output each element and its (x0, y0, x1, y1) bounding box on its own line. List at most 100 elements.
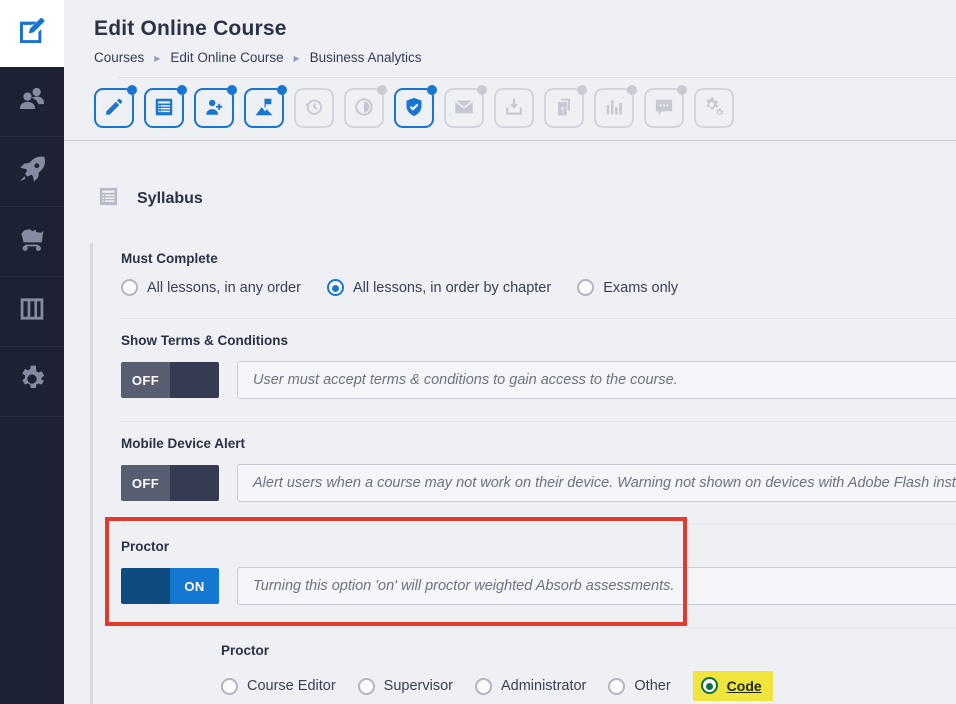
section-title: Syllabus (137, 190, 203, 207)
bar-chart-icon (603, 96, 625, 121)
radio-circle-selected[interactable] (326, 279, 344, 296)
radio-other[interactable]: Other (608, 677, 671, 695)
syllabus-form-button[interactable] (144, 85, 187, 128)
sidebar-item-settings[interactable] (0, 347, 64, 417)
syllabus-form-icon (97, 185, 120, 213)
show-terms-row: Show Terms & Conditions OFF User must ac… (121, 319, 956, 422)
proctor-toggle[interactable]: ON (121, 568, 219, 604)
badge-dot (477, 85, 487, 95)
gears-icon (703, 96, 725, 121)
history-button[interactable] (294, 88, 334, 128)
radio-all-lessons-any-order[interactable]: All lessons, in any order (121, 279, 301, 296)
proctor-type-radio-group: Course Editor Supervisor Administrator O… (221, 671, 956, 701)
mobile-alert-row: Mobile Device Alert OFF Alert users when… (121, 422, 956, 525)
cart-icon (16, 223, 48, 260)
duplicate-button[interactable] (544, 85, 587, 128)
gear-icon (16, 363, 48, 400)
breadcrumb-business-analytics: Business Analytics (309, 50, 422, 65)
must-complete-label: Must Complete (121, 251, 218, 266)
envelope-icon (453, 96, 475, 121)
radio-circle[interactable] (357, 677, 375, 695)
mobile-alert-description: Alert users when a course may not work o… (237, 464, 956, 502)
proctor-type-label: Proctor (221, 643, 270, 658)
proctor-shield-button[interactable] (394, 85, 437, 128)
comments-button[interactable] (644, 85, 687, 128)
pencil-icon (103, 96, 125, 121)
radio-circle[interactable] (121, 279, 138, 296)
badge-dot (577, 85, 587, 95)
radio-supervisor[interactable]: Supervisor (357, 677, 453, 695)
compose-icon (16, 15, 48, 52)
sidebar-item-ecommerce[interactable] (0, 207, 64, 277)
reports-chart-button[interactable] (594, 85, 637, 128)
syllabus-section-header: Syllabus (97, 185, 956, 213)
radio-administrator[interactable]: Administrator (474, 677, 586, 695)
person-add-icon (203, 96, 225, 121)
page-header: Edit Online Course Courses ▸ Edit Online… (64, 0, 956, 78)
people-icon (16, 83, 48, 120)
sidebar-item-reports[interactable] (0, 277, 64, 347)
advanced-settings-button[interactable] (694, 88, 734, 128)
form-icon (153, 96, 175, 121)
syllabus-form: Must Complete All lessons, in any order … (90, 243, 956, 704)
show-terms-label: Show Terms & Conditions (121, 333, 289, 348)
must-complete-radio-group: All lessons, in any order All lessons, i… (121, 279, 956, 296)
main-content: Edit Online Course Courses ▸ Edit Online… (64, 0, 956, 704)
breadcrumb-edit-online-course[interactable]: Edit Online Course (170, 50, 283, 65)
code-option-label: Code (726, 677, 762, 694)
message-button[interactable] (444, 85, 487, 128)
badge-dot (127, 85, 137, 95)
radio-circle[interactable] (474, 677, 492, 695)
toolbar-divider (64, 140, 956, 141)
enrollment-button[interactable] (194, 85, 237, 128)
toolbar (94, 85, 956, 128)
breadcrumb-courses[interactable]: Courses (94, 50, 144, 65)
badge-dot (177, 85, 187, 95)
badge-dot (377, 85, 387, 95)
proctor-label: Proctor (121, 539, 170, 554)
proctor-description: Turning this option 'on' will proctor we… (237, 567, 956, 605)
copy-up-icon (553, 96, 575, 121)
badge-dot (427, 85, 437, 95)
contrast-icon (353, 96, 375, 121)
header-divider (118, 77, 956, 78)
mobile-alert-label: Mobile Device Alert (121, 436, 246, 451)
show-terms-description: User must accept terms & conditions to g… (237, 361, 956, 399)
certificates-button[interactable] (344, 85, 387, 128)
sidebar-item-users[interactable] (0, 67, 64, 137)
badge-dot (227, 85, 237, 95)
sidebar-item-courses[interactable] (0, 0, 64, 67)
radio-code-yellow-highlight[interactable]: Code (692, 671, 773, 701)
radio-circle[interactable] (221, 677, 238, 695)
proctor-type-section: Proctor Course Editor Supervisor Adminis… (221, 628, 956, 704)
rocket-icon (16, 153, 48, 190)
badge-dot (627, 85, 637, 95)
show-terms-toggle[interactable]: OFF (121, 362, 219, 398)
proctor-row: Proctor ON Turning this option 'on' will… (105, 517, 956, 628)
columns-icon (16, 293, 48, 330)
flag-mountain-icon (253, 96, 275, 121)
import-button[interactable] (494, 88, 534, 128)
radio-circle[interactable] (577, 279, 595, 296)
edit-pencil-button[interactable] (94, 85, 137, 128)
sidebar (0, 0, 64, 704)
chevron-right-icon: ▸ (154, 50, 161, 65)
radio-exams-only[interactable]: Exams only (577, 279, 678, 296)
badge-dot (277, 85, 287, 95)
radio-all-lessons-by-chapter[interactable]: All lessons, in order by chapter (326, 279, 551, 296)
radio-circle-selected[interactable] (700, 677, 718, 694)
milestones-button[interactable] (244, 85, 287, 128)
sidebar-item-marketing[interactable] (0, 137, 64, 207)
history-icon (303, 96, 325, 121)
shield-check-icon (403, 96, 425, 121)
chat-icon (653, 96, 675, 121)
badge-dot (677, 85, 687, 95)
mobile-alert-toggle[interactable]: OFF (121, 465, 219, 501)
breadcrumb: Courses ▸ Edit Online Course ▸ Business … (94, 50, 956, 65)
must-complete-row: Must Complete All lessons, in any order … (121, 245, 956, 319)
radio-circle[interactable] (608, 677, 626, 695)
page-title: Edit Online Course (94, 17, 287, 40)
chevron-right-icon: ▸ (293, 50, 300, 65)
radio-course-editor[interactable]: Course Editor (221, 677, 336, 695)
inbox-download-icon (503, 96, 525, 121)
